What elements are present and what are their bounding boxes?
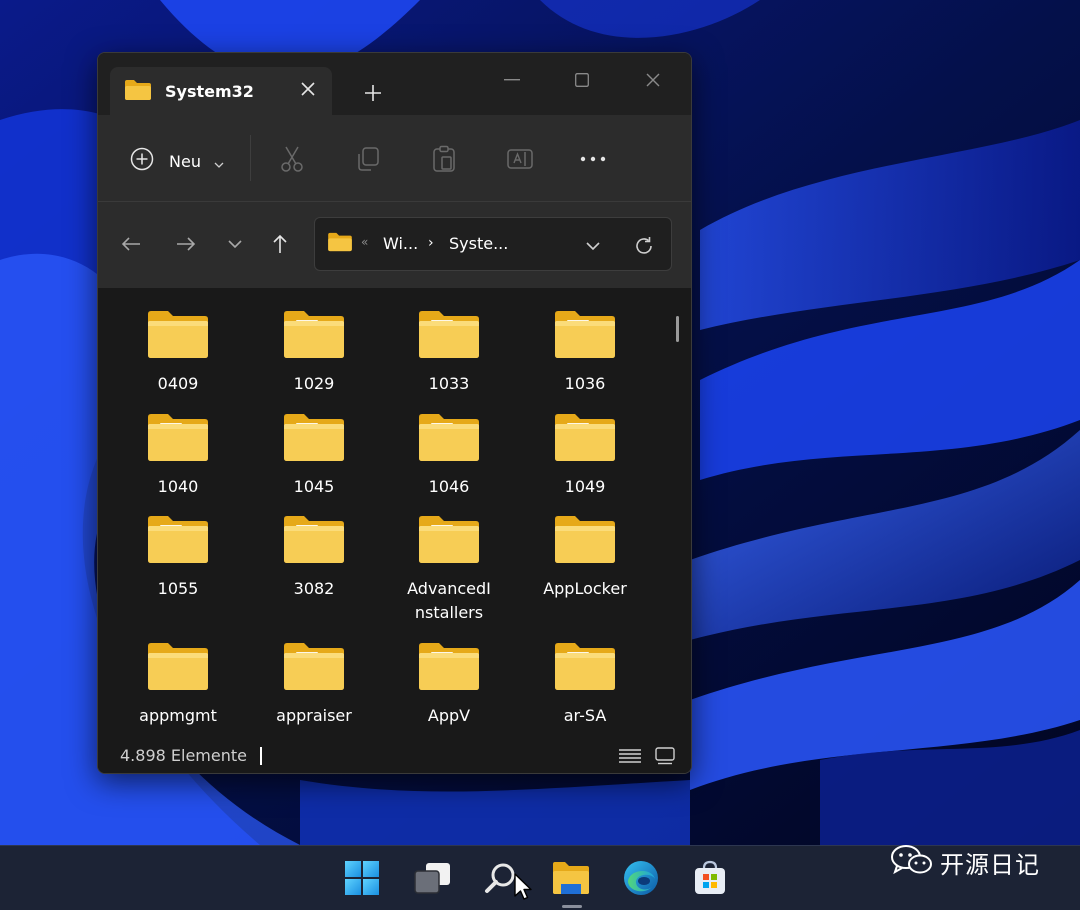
new-button-label: Neu (169, 152, 201, 171)
folder-icon (146, 513, 210, 569)
folder-icon (553, 308, 617, 364)
refresh-icon[interactable] (631, 233, 657, 259)
command-bar: Neu (98, 115, 691, 202)
tab-title: System32 (165, 82, 254, 101)
folder-name: 1029 (293, 374, 335, 393)
folder-name: appmgmt (139, 706, 217, 725)
folder-item[interactable]: 1029 (254, 308, 374, 418)
edge-icon[interactable] (619, 856, 663, 900)
forward-arrow-icon[interactable] (171, 229, 201, 259)
folder-name: ar-SA (563, 706, 607, 725)
folder-name: appraiser (276, 706, 352, 725)
folder-item[interactable]: 0409 (118, 308, 238, 418)
task-view-icon[interactable] (410, 856, 454, 900)
folder-name: 1046 (428, 477, 470, 496)
folder-item[interactable]: 1040 (118, 411, 238, 521)
breadcrumb-separator: › (428, 235, 434, 251)
folder-name: 0409 (157, 374, 199, 393)
folder-name: 1049 (564, 477, 606, 496)
folder-icon (417, 640, 481, 696)
recent-locations-icon[interactable] (220, 229, 250, 259)
folder-item[interactable]: 1049 (525, 411, 645, 521)
title-bar: System32 (98, 53, 691, 115)
folder-icon (553, 411, 617, 467)
wechat-watermark: 开源日记 (890, 843, 1060, 879)
scrollbar-thumb[interactable] (676, 316, 679, 342)
folder-icon (146, 308, 210, 364)
breadcrumb-overflow[interactable]: « (361, 235, 368, 249)
folder-item[interactable]: appmgmt (118, 640, 238, 740)
close-window-button[interactable] (631, 65, 675, 95)
mouse-pointer-icon (513, 872, 533, 906)
folder-icon (417, 411, 481, 467)
folder-item[interactable]: ar-SA (525, 640, 645, 740)
paste-icon[interactable] (427, 143, 461, 175)
text-cursor (260, 747, 262, 765)
folder-item[interactable]: 1036 (525, 308, 645, 418)
folder-name: AdvancedI nstallers (407, 579, 491, 622)
folder-name: 1045 (293, 477, 335, 496)
large-icons-view-icon[interactable] (652, 744, 678, 768)
rename-icon[interactable] (503, 143, 537, 175)
folder-name: 1055 (157, 579, 199, 598)
details-view-icon[interactable] (617, 744, 643, 768)
chevron-down-icon[interactable] (581, 234, 605, 258)
cut-icon[interactable] (275, 143, 309, 175)
windows-start-icon[interactable] (340, 856, 384, 900)
folder-item[interactable]: AppLocker (525, 513, 645, 623)
tab-system32[interactable]: System32 (110, 67, 332, 115)
folder-name: 1036 (564, 374, 606, 393)
file-explorer-window: System32 Neu « Wi... › Syste... 0409 102… (97, 52, 692, 774)
store-icon[interactable] (688, 856, 732, 900)
add-circle-icon (130, 147, 154, 175)
active-app-indicator (562, 905, 582, 908)
folder-icon (146, 411, 210, 467)
close-tab-icon[interactable] (296, 77, 320, 101)
folder-item[interactable]: AdvancedI nstallers (389, 513, 509, 623)
folder-icon (124, 79, 152, 105)
more-icon[interactable] (576, 143, 610, 175)
maximize-button[interactable] (560, 65, 604, 95)
folder-name: 1040 (157, 477, 199, 496)
toolbar-divider (250, 135, 251, 181)
breadcrumb-system32[interactable]: Syste... (449, 234, 508, 253)
folder-icon (417, 308, 481, 364)
folder-name: AppLocker (543, 579, 627, 598)
item-count: 4.898 Elemente (120, 746, 247, 765)
breadcrumb-windows[interactable]: Wi... (383, 234, 418, 253)
minimize-button[interactable] (490, 65, 534, 95)
folder-icon (282, 411, 346, 467)
copy-icon[interactable] (351, 143, 385, 175)
file-explorer-icon[interactable] (549, 856, 593, 900)
new-button[interactable]: Neu (120, 143, 230, 175)
folder-item[interactable]: 3082 (254, 513, 374, 623)
file-list: 0409 1029 1033 1036 1040 1045 1046 1049 1055 3082… (98, 288, 691, 740)
folder-icon (327, 232, 353, 256)
folder-icon (146, 640, 210, 696)
address-bar[interactable]: « Wi... › Syste... (314, 217, 672, 271)
folder-name: 3082 (293, 579, 335, 598)
folder-icon (282, 513, 346, 569)
folder-item[interactable]: 1045 (254, 411, 374, 521)
folder-item[interactable]: 1046 (389, 411, 509, 521)
folder-icon (417, 513, 481, 569)
folder-icon (282, 308, 346, 364)
folder-icon (553, 513, 617, 569)
folder-name: AppV (427, 706, 471, 725)
folder-icon (282, 640, 346, 696)
folder-icon (553, 640, 617, 696)
navigation-bar: « Wi... › Syste... (98, 202, 691, 288)
folder-item[interactable]: 1033 (389, 308, 509, 418)
folder-item[interactable]: appraiser (254, 640, 374, 740)
folder-name: 1033 (428, 374, 470, 393)
back-arrow-icon[interactable] (116, 229, 146, 259)
status-bar: 4.898 Elemente (98, 740, 691, 773)
wechat-icon (890, 843, 934, 881)
folder-item[interactable]: 1055 (118, 513, 238, 623)
new-tab-button[interactable] (358, 78, 388, 108)
up-arrow-icon[interactable] (265, 229, 295, 259)
chevron-down-icon (214, 154, 224, 173)
folder-item[interactable]: AppV (389, 640, 509, 740)
watermark-text: 开源日记 (940, 851, 1040, 879)
